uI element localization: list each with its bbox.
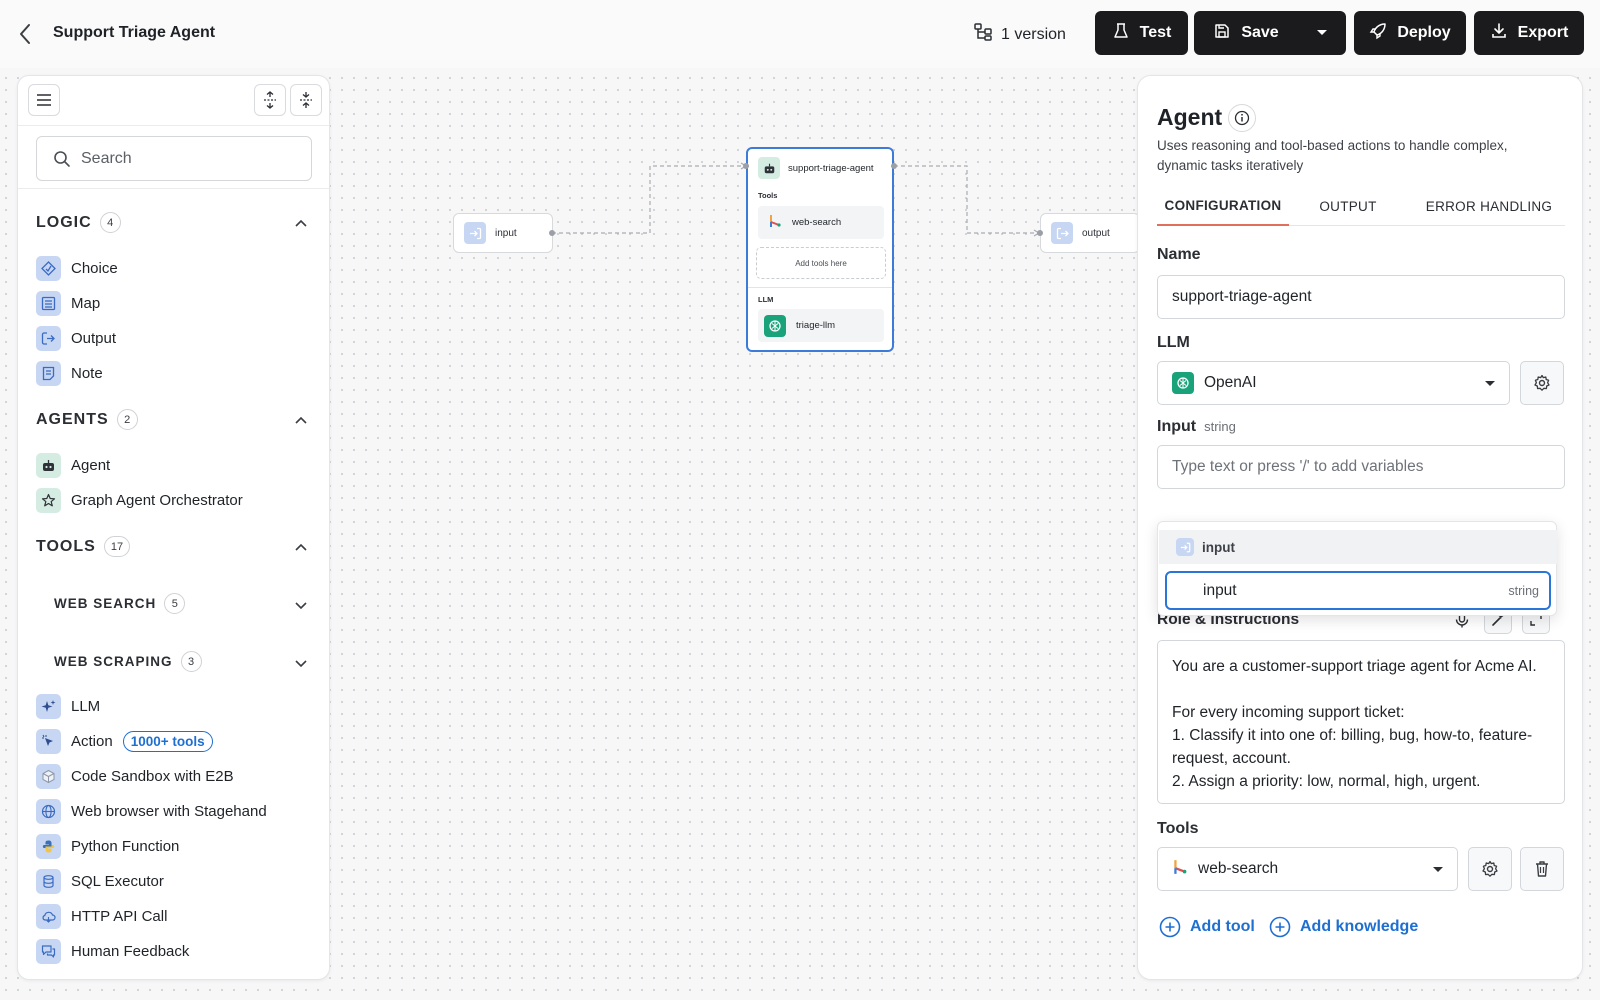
tools-label: Tools [1157, 820, 1199, 837]
tab-output[interactable]: OUTPUT [1307, 186, 1389, 226]
agent-node-tool-label: web-search [792, 217, 842, 228]
node-config-panel: Agent Uses reasoning and tool-based acti… [1137, 75, 1583, 980]
canvas-agent-node[interactable]: support-triage-agent Tools web-search Ad… [746, 147, 894, 352]
name-field[interactable] [1157, 275, 1565, 319]
chevron-down-icon [1433, 867, 1443, 872]
canvas-input-node[interactable]: input [453, 213, 553, 253]
input-label: Input [1157, 418, 1197, 435]
config-tabs: CONFIGURATION OUTPUT ERROR HANDLING [1157, 186, 1565, 226]
web-search-icon [768, 214, 782, 231]
gear-icon [1482, 860, 1498, 877]
agent-node-llm-label: triage-llm [796, 320, 836, 331]
variable-dropdown: input input string [1157, 521, 1557, 616]
plus-circle-icon [1159, 916, 1181, 938]
web-search-icon [1172, 859, 1188, 880]
node-label: input [495, 227, 517, 239]
canvas-output-node[interactable]: output [1040, 213, 1140, 253]
openai-icon [1172, 372, 1194, 394]
tab-error-handling[interactable]: ERROR HANDLING [1419, 186, 1559, 226]
input-type-label: string [1204, 419, 1236, 434]
plus-circle-icon [1269, 916, 1291, 938]
input-node-port[interactable] [549, 230, 555, 236]
trash-icon [1536, 861, 1548, 877]
agent-node-tool[interactable]: web-search [758, 206, 884, 239]
divider [748, 287, 892, 288]
openai-icon [764, 314, 786, 337]
add-tool-button[interactable]: Add tool [1159, 916, 1255, 938]
llm-select[interactable]: OpenAI [1157, 361, 1510, 405]
tool-select-value: web-search [1198, 860, 1279, 877]
edge-input-agent [552, 165, 746, 234]
chevron-down-icon [1485, 381, 1495, 386]
llm-settings-button[interactable] [1520, 361, 1564, 405]
delete-tool-button[interactable] [1520, 847, 1564, 891]
llm-select-value: OpenAI [1204, 374, 1257, 391]
add-knowledge-button[interactable]: Add knowledge [1269, 916, 1418, 938]
agent-node-in-port[interactable] [743, 163, 749, 169]
edge-agent-output [894, 165, 1040, 234]
agent-node-tools-label: Tools [758, 191, 778, 200]
llm-label: LLM [1157, 334, 1190, 351]
info-icon[interactable] [1228, 104, 1256, 132]
agent-node-header: support-triage-agent [758, 157, 874, 179]
agent-node-llm-label: LLM [758, 295, 774, 304]
input-arrow-icon [1176, 538, 1194, 556]
output-node-port[interactable] [1037, 230, 1043, 236]
agent-node-out-port[interactable] [891, 163, 897, 169]
agent-node-add-tools[interactable]: Add tools here [756, 247, 886, 279]
panel-description: Uses reasoning and tool-based actions to… [1157, 138, 1508, 173]
panel-title: Agent [1157, 104, 1223, 130]
gear-icon [1534, 374, 1550, 391]
input-label-row: Input string [1157, 418, 1236, 436]
variable-group-label: input [1202, 539, 1235, 555]
tool-select[interactable]: web-search [1157, 847, 1458, 891]
variable-option-label: input [1203, 581, 1237, 599]
variable-group-input: input [1159, 530, 1557, 564]
add-knowledge-label: Add knowledge [1300, 918, 1419, 935]
output-arrow-icon [1051, 222, 1073, 244]
name-label: Name [1157, 246, 1201, 263]
agent-node-llm[interactable]: triage-llm [758, 309, 884, 342]
input-arrow-icon [464, 222, 486, 244]
input-field[interactable] [1157, 445, 1565, 489]
tab-configuration[interactable]: CONFIGURATION [1157, 186, 1289, 226]
role-instructions-editor[interactable]: You are a customer-support triage agent … [1157, 640, 1565, 804]
variable-option-type: string [1508, 583, 1539, 598]
robot-icon [758, 157, 780, 179]
node-label: output [1082, 227, 1110, 239]
tool-settings-button[interactable] [1468, 847, 1512, 891]
add-tool-label: Add tool [1190, 918, 1255, 935]
variable-option-input[interactable]: input string [1165, 571, 1551, 610]
agent-node-name: support-triage-agent [788, 162, 874, 174]
